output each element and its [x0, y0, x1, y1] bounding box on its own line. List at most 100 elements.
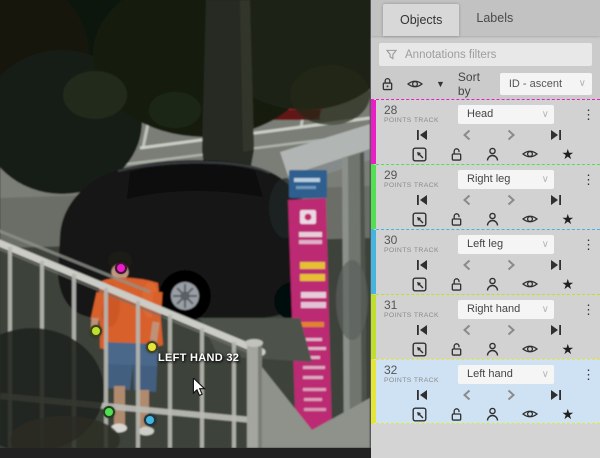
last-keyframe-button[interactable]	[550, 129, 562, 141]
chevron-right-icon	[506, 259, 516, 271]
hide-toggle-button[interactable]	[522, 213, 538, 225]
last-keyframe-icon	[550, 324, 562, 336]
next-keyframe-button[interactable]	[506, 259, 516, 271]
last-keyframe-icon	[550, 129, 562, 141]
expand-collapse-button[interactable]: ▼	[436, 79, 445, 89]
object-menu-button[interactable]: ⋮	[582, 368, 595, 381]
keyframe-star-button[interactable]: ★	[561, 212, 574, 226]
object-color-strip	[371, 295, 376, 359]
first-keyframe-button[interactable]	[416, 259, 428, 271]
object-label-select[interactable]: Left leg ∨	[458, 235, 554, 254]
occluded-toggle-button[interactable]	[486, 277, 499, 292]
occluded-toggle-button[interactable]	[486, 212, 499, 227]
annotations-filter-input[interactable]	[403, 48, 585, 62]
outside-toggle-button[interactable]	[412, 277, 427, 292]
last-keyframe-button[interactable]	[550, 194, 562, 206]
outside-toggle-button[interactable]	[412, 342, 427, 357]
first-keyframe-button[interactable]	[416, 194, 428, 206]
star-icon: ★	[561, 147, 574, 161]
object-type: POINTS TRACK	[384, 378, 450, 385]
previous-keyframe-button[interactable]	[462, 324, 472, 336]
first-keyframe-button[interactable]	[416, 324, 428, 336]
lock-toggle-button[interactable]	[450, 212, 463, 227]
lock-toggle-button[interactable]	[450, 407, 463, 422]
object-menu-button[interactable]: ⋮	[582, 303, 595, 316]
keyframe-star-button[interactable]: ★	[561, 407, 574, 421]
first-keyframe-button[interactable]	[416, 129, 428, 141]
chevron-down-icon: ∨	[542, 304, 549, 315]
occluded-toggle-button[interactable]	[486, 407, 499, 422]
next-keyframe-button[interactable]	[506, 324, 516, 336]
chevron-left-icon	[462, 389, 472, 401]
previous-keyframe-button[interactable]	[462, 389, 472, 401]
sort-order-select[interactable]: ID - ascent ∨	[500, 73, 592, 95]
outside-toggle-button[interactable]	[412, 212, 427, 227]
outside-icon	[412, 147, 427, 162]
annotations-filter-box[interactable]	[379, 43, 592, 66]
hide-toggle-button[interactable]	[522, 408, 538, 420]
hide-toggle-button[interactable]	[522, 148, 538, 160]
object-menu-button[interactable]: ⋮	[582, 173, 595, 186]
funnel-icon	[386, 49, 397, 60]
keyframe-star-button[interactable]: ★	[561, 277, 574, 291]
eye-icon	[522, 278, 538, 290]
next-keyframe-button[interactable]	[506, 389, 516, 401]
first-keyframe-icon	[416, 129, 428, 141]
object-label-select[interactable]: Head ∨	[458, 105, 554, 124]
object-ident: 29 POINTS TRACK	[384, 169, 450, 190]
sort-by-label: Sort by	[458, 70, 493, 98]
hide-toggle-button[interactable]	[522, 343, 538, 355]
previous-keyframe-button[interactable]	[462, 129, 472, 141]
previous-keyframe-button[interactable]	[462, 259, 472, 271]
eye-icon	[522, 408, 538, 420]
last-keyframe-button[interactable]	[550, 389, 562, 401]
object-color-strip	[371, 165, 376, 229]
left-leg-point[interactable]	[144, 414, 156, 426]
last-keyframe-button[interactable]	[550, 259, 562, 271]
last-keyframe-button[interactable]	[550, 324, 562, 336]
keyframe-star-button[interactable]: ★	[561, 342, 574, 356]
keyframe-star-button[interactable]: ★	[561, 147, 574, 161]
object-menu-button[interactable]: ⋮	[582, 108, 595, 121]
object-item[interactable]: 32 POINTS TRACK Left hand ∨ ⋮	[371, 359, 600, 424]
previous-keyframe-button[interactable]	[462, 194, 472, 206]
hide-all-button[interactable]	[407, 78, 423, 90]
hide-toggle-button[interactable]	[522, 278, 538, 290]
next-keyframe-button[interactable]	[506, 194, 516, 206]
annotation-app: LEFT HAND 32 Objects Labels	[0, 0, 600, 448]
object-item[interactable]: 29 POINTS TRACK Right leg ∨ ⋮	[371, 164, 600, 229]
head-point[interactable]	[115, 262, 127, 274]
outside-toggle-button[interactable]	[412, 147, 427, 162]
lock-icon	[381, 77, 394, 91]
tab-objects[interactable]: Objects	[383, 4, 459, 36]
first-keyframe-button[interactable]	[416, 389, 428, 401]
object-ident: 31 POINTS TRACK	[384, 299, 450, 320]
object-label-select[interactable]: Right leg ∨	[458, 170, 554, 189]
star-icon: ★	[561, 407, 574, 421]
lock-all-button[interactable]	[381, 77, 394, 91]
object-menu-button[interactable]: ⋮	[582, 238, 595, 251]
star-icon: ★	[561, 212, 574, 226]
outside-toggle-button[interactable]	[412, 407, 427, 422]
object-item[interactable]: 28 POINTS TRACK Head ∨ ⋮	[371, 99, 600, 164]
object-type: POINTS TRACK	[384, 313, 450, 320]
lock-toggle-button[interactable]	[450, 277, 463, 292]
right-leg-point[interactable]	[103, 406, 115, 418]
object-label-select[interactable]: Right hand ∨	[458, 300, 554, 319]
left-hand-point[interactable]	[146, 341, 158, 353]
lock-toggle-button[interactable]	[450, 342, 463, 357]
person-icon	[486, 342, 499, 357]
annotation-canvas[interactable]: LEFT HAND 32	[0, 0, 370, 448]
last-keyframe-icon	[550, 259, 562, 271]
occluded-toggle-button[interactable]	[486, 147, 499, 162]
chevron-right-icon	[506, 194, 516, 206]
lock-toggle-button[interactable]	[450, 147, 463, 162]
object-label-select[interactable]: Left hand ∨	[458, 365, 554, 384]
tab-labels[interactable]: Labels	[459, 0, 530, 36]
right-hand-point[interactable]	[90, 325, 102, 337]
object-item[interactable]: 31 POINTS TRACK Right hand ∨ ⋮	[371, 294, 600, 359]
next-keyframe-button[interactable]	[506, 129, 516, 141]
object-item[interactable]: 30 POINTS TRACK Left leg ∨ ⋮	[371, 229, 600, 294]
occluded-toggle-button[interactable]	[486, 342, 499, 357]
objects-list: 28 POINTS TRACK Head ∨ ⋮	[371, 99, 600, 424]
